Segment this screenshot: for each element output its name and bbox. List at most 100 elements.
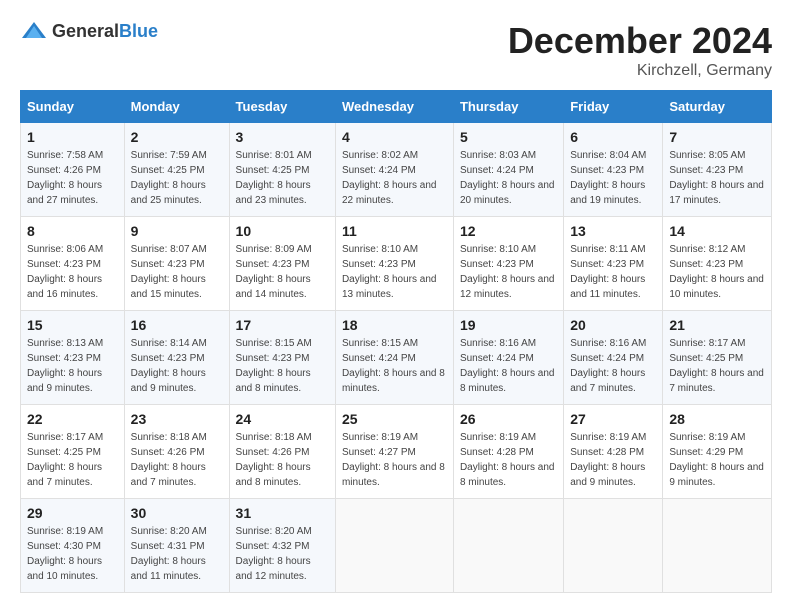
day-info: Sunrise: 7:58 AMSunset: 4:26 PMDaylight:…: [27, 148, 118, 208]
day-number: 27: [570, 411, 656, 427]
day-info: Sunrise: 8:03 AMSunset: 4:24 PMDaylight:…: [460, 148, 557, 208]
day-info: Sunrise: 8:18 AMSunset: 4:26 PMDaylight:…: [236, 430, 329, 490]
day-info: Sunrise: 8:05 AMSunset: 4:23 PMDaylight:…: [669, 148, 765, 208]
day-cell: 11 Sunrise: 8:10 AMSunset: 4:23 PMDayligh…: [335, 217, 453, 311]
logo-icon: [20, 20, 48, 42]
day-info: Sunrise: 8:02 AMSunset: 4:24 PMDaylight:…: [342, 148, 447, 208]
day-number: 13: [570, 223, 656, 239]
day-info: Sunrise: 8:17 AMSunset: 4:25 PMDaylight:…: [669, 336, 765, 396]
day-number: 3: [236, 129, 329, 145]
day-number: 29: [27, 505, 118, 521]
day-cell: 30Sunrise: 8:20 AMSunset: 4:31 PMDayligh…: [124, 499, 229, 593]
week-row-5: 29 Sunrise: 8:19 AMSunset: 4:30 PMDayligh…: [21, 499, 772, 593]
day-cell: 22Sunrise: 8:17 AMSunset: 4:25 PMDayligh…: [21, 405, 125, 499]
day-cell: [663, 499, 772, 593]
day-number: 26: [460, 411, 557, 427]
day-number: 11: [342, 223, 447, 239]
day-number: 4: [342, 129, 447, 145]
day-info: Sunrise: 8:16 AMSunset: 4:24 PMDaylight:…: [570, 336, 656, 396]
day-cell: 21 Sunrise: 8:17 AMSunset: 4:25 PMDayligh…: [663, 311, 772, 405]
day-cell: 7Sunrise: 8:05 AMSunset: 4:23 PMDaylight…: [663, 123, 772, 217]
day-number: 16: [131, 317, 223, 333]
day-info: Sunrise: 8:19 AMSunset: 4:27 PMDaylight:…: [342, 430, 447, 490]
header-wednesday: Wednesday: [335, 91, 453, 123]
logo-text-blue: Blue: [119, 21, 158, 41]
location-title: Kirchzell, Germany: [508, 62, 772, 80]
header-saturday: Saturday: [663, 91, 772, 123]
week-row-4: 22Sunrise: 8:17 AMSunset: 4:25 PMDayligh…: [21, 405, 772, 499]
day-cell: 27 Sunrise: 8:19 AMSunset: 4:28 PMDayligh…: [564, 405, 663, 499]
header-row: SundayMondayTuesdayWednesdayThursdayFrid…: [21, 91, 772, 123]
day-cell: 28 Sunrise: 8:19 AMSunset: 4:29 PMDayligh…: [663, 405, 772, 499]
day-info: Sunrise: 7:59 AMSunset: 4:25 PMDaylight:…: [131, 148, 223, 208]
title-area: December 2024 Kirchzell, Germany: [508, 20, 772, 80]
day-cell: 8 Sunrise: 8:06 AMSunset: 4:23 PMDaylight…: [21, 217, 125, 311]
day-number: 28: [669, 411, 765, 427]
logo: GeneralBlue: [20, 20, 158, 42]
day-info: Sunrise: 8:19 AMSunset: 4:30 PMDaylight:…: [27, 524, 118, 584]
day-number: 14: [669, 223, 765, 239]
header-friday: Friday: [564, 91, 663, 123]
day-cell: 10 Sunrise: 8:09 AMSunset: 4:23 PMDayligh…: [229, 217, 335, 311]
day-info: Sunrise: 8:06 AMSunset: 4:23 PMDaylight:…: [27, 242, 118, 302]
day-info: Sunrise: 8:18 AMSunset: 4:26 PMDaylight:…: [131, 430, 223, 490]
day-cell: 14Sunrise: 8:12 AMSunset: 4:23 PMDayligh…: [663, 217, 772, 311]
day-info: Sunrise: 8:20 AMSunset: 4:32 PMDaylight:…: [236, 524, 329, 584]
day-cell: 16 Sunrise: 8:14 AMSunset: 4:23 PMDayligh…: [124, 311, 229, 405]
day-cell: 12 Sunrise: 8:10 AMSunset: 4:23 PMDayligh…: [453, 217, 563, 311]
day-info: Sunrise: 8:19 AMSunset: 4:29 PMDaylight:…: [669, 430, 765, 490]
day-info: Sunrise: 8:15 AMSunset: 4:24 PMDaylight:…: [342, 336, 447, 396]
day-number: 10: [236, 223, 329, 239]
day-info: Sunrise: 8:13 AMSunset: 4:23 PMDaylight:…: [27, 336, 118, 396]
day-number: 22: [27, 411, 118, 427]
week-row-1: 1Sunrise: 7:58 AMSunset: 4:26 PMDaylight…: [21, 123, 772, 217]
day-number: 2: [131, 129, 223, 145]
day-info: Sunrise: 8:19 AMSunset: 4:28 PMDaylight:…: [570, 430, 656, 490]
day-info: Sunrise: 8:14 AMSunset: 4:23 PMDaylight:…: [131, 336, 223, 396]
calendar-table: SundayMondayTuesdayWednesdayThursdayFrid…: [20, 90, 772, 593]
logo-text-general: General: [52, 21, 119, 41]
day-cell: 29 Sunrise: 8:19 AMSunset: 4:30 PMDayligh…: [21, 499, 125, 593]
day-cell: 3Sunrise: 8:01 AMSunset: 4:25 PMDaylight…: [229, 123, 335, 217]
day-number: 18: [342, 317, 447, 333]
day-number: 12: [460, 223, 557, 239]
day-cell: 31 Sunrise: 8:20 AMSunset: 4:32 PMDayligh…: [229, 499, 335, 593]
day-cell: 23 Sunrise: 8:18 AMSunset: 4:26 PMDayligh…: [124, 405, 229, 499]
day-number: 24: [236, 411, 329, 427]
week-row-2: 8 Sunrise: 8:06 AMSunset: 4:23 PMDaylight…: [21, 217, 772, 311]
day-info: Sunrise: 8:20 AMSunset: 4:31 PMDaylight:…: [131, 524, 223, 584]
day-cell: [453, 499, 563, 593]
day-number: 20: [570, 317, 656, 333]
day-number: 23: [131, 411, 223, 427]
day-cell: 5 Sunrise: 8:03 AMSunset: 4:24 PMDaylight…: [453, 123, 563, 217]
day-cell: 25Sunrise: 8:19 AMSunset: 4:27 PMDayligh…: [335, 405, 453, 499]
day-cell: 15 Sunrise: 8:13 AMSunset: 4:23 PMDayligh…: [21, 311, 125, 405]
day-number: 15: [27, 317, 118, 333]
day-cell: [564, 499, 663, 593]
day-info: Sunrise: 8:19 AMSunset: 4:28 PMDaylight:…: [460, 430, 557, 490]
day-number: 21: [669, 317, 765, 333]
day-cell: 26 Sunrise: 8:19 AMSunset: 4:28 PMDayligh…: [453, 405, 563, 499]
header-tuesday: Tuesday: [229, 91, 335, 123]
day-number: 8: [27, 223, 118, 239]
day-cell: 18 Sunrise: 8:15 AMSunset: 4:24 PMDayligh…: [335, 311, 453, 405]
day-number: 5: [460, 129, 557, 145]
day-info: Sunrise: 8:15 AMSunset: 4:23 PMDaylight:…: [236, 336, 329, 396]
day-info: Sunrise: 8:10 AMSunset: 4:23 PMDaylight:…: [460, 242, 557, 302]
header-monday: Monday: [124, 91, 229, 123]
day-number: 6: [570, 129, 656, 145]
day-info: Sunrise: 8:16 AMSunset: 4:24 PMDaylight:…: [460, 336, 557, 396]
day-info: Sunrise: 8:09 AMSunset: 4:23 PMDaylight:…: [236, 242, 329, 302]
day-info: Sunrise: 8:04 AMSunset: 4:23 PMDaylight:…: [570, 148, 656, 208]
day-info: Sunrise: 8:11 AMSunset: 4:23 PMDaylight:…: [570, 242, 656, 302]
day-cell: 20 Sunrise: 8:16 AMSunset: 4:24 PMDayligh…: [564, 311, 663, 405]
day-cell: 4 Sunrise: 8:02 AMSunset: 4:24 PMDaylight…: [335, 123, 453, 217]
day-number: 19: [460, 317, 557, 333]
day-cell: 1Sunrise: 7:58 AMSunset: 4:26 PMDaylight…: [21, 123, 125, 217]
day-info: Sunrise: 8:10 AMSunset: 4:23 PMDaylight:…: [342, 242, 447, 302]
day-number: 9: [131, 223, 223, 239]
header-sunday: Sunday: [21, 91, 125, 123]
day-cell: 2 Sunrise: 7:59 AMSunset: 4:25 PMDaylight…: [124, 123, 229, 217]
header-thursday: Thursday: [453, 91, 563, 123]
day-number: 31: [236, 505, 329, 521]
